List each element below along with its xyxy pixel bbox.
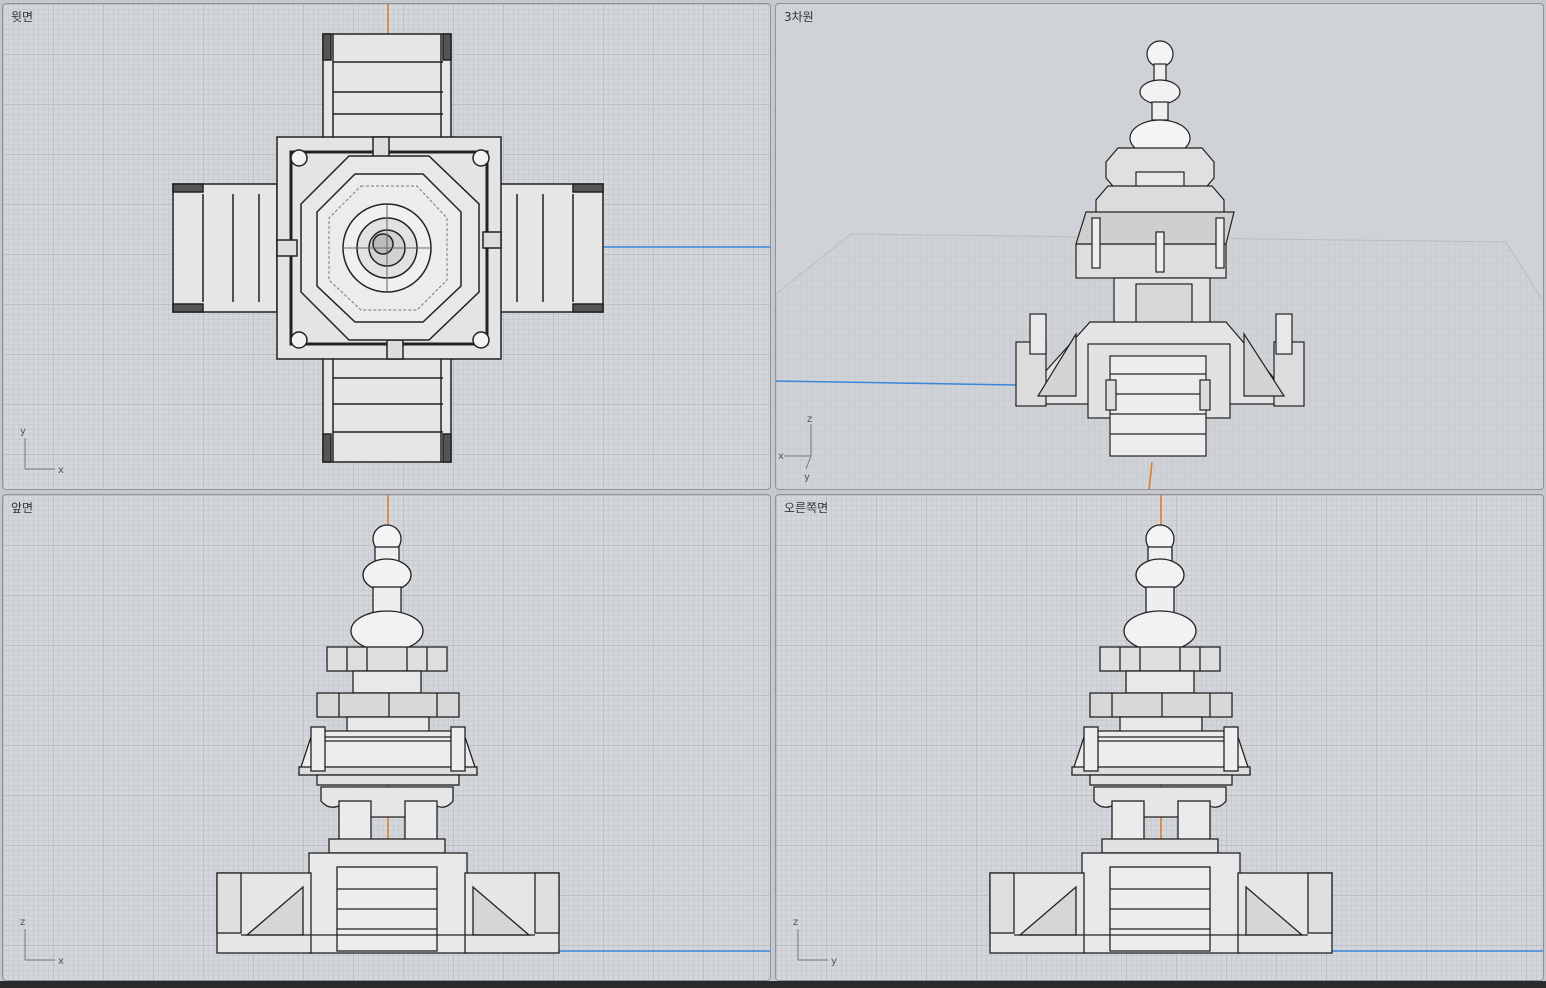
model-canvas-right[interactable]: z y <box>776 495 1544 981</box>
viewport-perspective[interactable]: 3차원 z x y <box>775 3 1544 490</box>
gizmo-label-v: z <box>807 414 812 425</box>
model-canvas-perspective[interactable]: z x y <box>776 4 1544 490</box>
model-canvas-front[interactable]: z x <box>3 495 771 981</box>
octagon-roof-top <box>300 155 480 341</box>
viewport-front[interactable]: 앞면 z x <box>2 494 771 981</box>
viewport-right[interactable]: 오른쪽면 z y <box>775 494 1544 981</box>
gizmo-label-h: x <box>58 465 64 476</box>
model-canvas-top[interactable]: y x <box>3 4 771 490</box>
gizmo-label-h: y <box>831 956 837 967</box>
viewport-title-top[interactable]: 윗면 <box>11 8 33 25</box>
stair-right <box>498 183 604 313</box>
gizmo-label-v: z <box>20 917 25 928</box>
stair-left <box>172 183 278 313</box>
axis-gizmo-icon <box>797 929 828 961</box>
gizmo-label-v: z <box>793 917 798 928</box>
stair-bottom <box>322 357 452 463</box>
axis-gizmo-icon <box>24 929 55 961</box>
pagoda-front <box>216 524 560 954</box>
gizmo-label-v: y <box>20 426 26 437</box>
gizmo-label-h: x <box>58 956 64 967</box>
pagoda-right <box>989 524 1333 954</box>
axis-gizmo-icon <box>24 438 55 470</box>
viewport-title-perspective[interactable]: 3차원 <box>784 8 814 25</box>
gizmo-label-h: x <box>778 451 784 462</box>
stair-top <box>322 33 452 139</box>
viewport-title-right[interactable]: 오른쪽면 <box>784 499 828 516</box>
viewport-top[interactable]: 윗면 y x <box>2 3 771 490</box>
status-bar <box>0 981 1546 988</box>
gizmo-label-d: y <box>804 472 810 483</box>
viewport-title-front[interactable]: 앞면 <box>11 499 33 516</box>
